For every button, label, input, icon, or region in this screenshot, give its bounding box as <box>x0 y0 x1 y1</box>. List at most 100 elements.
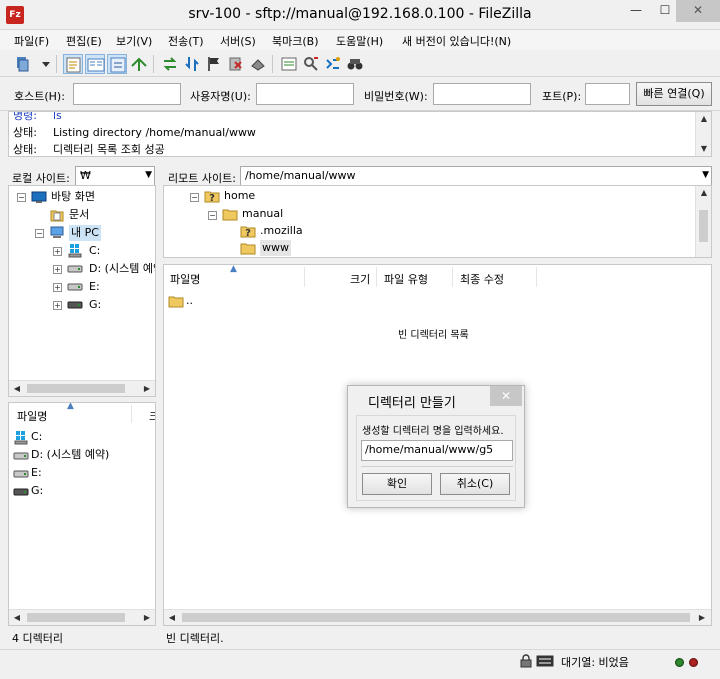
collapse-icon[interactable]: − <box>35 229 44 238</box>
process-queue-icon[interactable] <box>182 54 202 74</box>
tree-item-drive-e[interactable]: E: <box>89 279 100 295</box>
list-item[interactable]: C: <box>31 429 42 445</box>
cancel-operation-icon[interactable] <box>204 54 224 74</box>
scroll-right-icon[interactable]: ▶ <box>139 611 155 625</box>
drive-icon <box>67 296 83 312</box>
column-header-filename[interactable]: 파일명 <box>17 408 47 424</box>
column-header-size[interactable]: 크기 <box>350 271 370 287</box>
toggle-queue-icon[interactable] <box>129 54 149 74</box>
menu-new-version[interactable]: 새 버전이 있습니다!(N) <box>402 33 511 49</box>
column-header-filetype[interactable]: 파일 유형 <box>384 271 428 287</box>
windows-drive-icon <box>67 242 83 258</box>
scroll-down-icon[interactable]: ▼ <box>696 142 711 156</box>
tree-item-manual[interactable]: manual <box>242 206 283 222</box>
menu-file[interactable]: 파일(F) <box>14 33 49 49</box>
chevron-down-icon[interactable]: ▼ <box>145 170 152 180</box>
search-remote-files-icon[interactable] <box>345 54 365 74</box>
scroll-left-icon[interactable]: ◀ <box>9 611 25 625</box>
scroll-right-icon[interactable]: ▶ <box>139 382 155 396</box>
menu-server[interactable]: 서버(S) <box>220 33 256 49</box>
expand-icon[interactable]: + <box>53 265 62 274</box>
cancel-button[interactable]: 취소(C) <box>440 473 510 495</box>
list-item[interactable]: G: <box>31 483 43 499</box>
quickconnect-button[interactable]: 빠른 연결(Q) <box>636 82 712 106</box>
dialog-prompt: 생성할 디렉터리 명을 입력하세요. <box>362 426 504 437</box>
menu-edit[interactable]: 편집(E) <box>66 33 102 49</box>
title-bar[interactable]: Fz srv-100 - sftp://manual@192.168.0.100… <box>0 0 720 30</box>
local-list-hscrollbar[interactable]: ◀ ▶ <box>9 609 155 625</box>
tree-item-documents[interactable]: 문서 <box>69 207 89 223</box>
scroll-up-icon[interactable]: ▲ <box>696 112 711 126</box>
folder-icon <box>222 206 238 222</box>
site-manager-icon[interactable] <box>14 54 34 74</box>
dialog-title: 디렉터리 만들기 <box>368 396 456 411</box>
tree-item-www[interactable]: www <box>260 240 291 256</box>
tree-item-drive-d[interactable]: D: (시스템 예약) <box>89 261 155 277</box>
remote-list-hscrollbar[interactable]: ◀ ▶ <box>164 609 711 625</box>
minimize-button[interactable]: — <box>622 0 650 22</box>
column-header-size[interactable]: 크 <box>149 408 155 424</box>
remote-tree-scrollbar[interactable]: ▲ <box>695 186 711 257</box>
expand-icon[interactable]: + <box>53 247 62 256</box>
scroll-left-icon[interactable]: ◀ <box>164 611 180 625</box>
remote-site-combo[interactable]: /home/manual/www ▼ <box>240 166 712 186</box>
list-item[interactable]: E: <box>31 465 42 481</box>
scroll-up-icon[interactable]: ▲ <box>696 186 711 200</box>
menu-view[interactable]: 보기(V) <box>116 33 152 49</box>
tree-item-mozilla[interactable]: .mozilla <box>260 223 303 239</box>
tree-item-home[interactable]: home <box>224 188 255 204</box>
remote-tree[interactable]: − ? home − manual ? .mozilla www ▲ <box>163 185 712 258</box>
scroll-thumb[interactable] <box>27 613 125 622</box>
username-input[interactable] <box>256 83 354 105</box>
expand-icon[interactable]: + <box>53 283 62 292</box>
menu-bookmarks[interactable]: 북마크(B) <box>272 33 319 49</box>
directory-listing-filters-icon[interactable] <box>279 54 299 74</box>
parent-directory-item[interactable]: .. <box>186 293 193 309</box>
port-input[interactable] <box>585 83 630 105</box>
column-header-filename[interactable]: 파일명 <box>170 271 200 287</box>
log-scrollbar[interactable]: ▲ ▼ <box>695 112 711 156</box>
directory-name-input[interactable]: /home/manual/www/g5 <box>361 440 513 461</box>
chevron-down-icon[interactable]: ▼ <box>702 170 709 180</box>
toggle-log-icon[interactable] <box>63 54 83 74</box>
scroll-left-icon[interactable]: ◀ <box>9 382 25 396</box>
message-log[interactable]: 명령: ls 상태: Listing directory /home/manual/… <box>8 111 712 157</box>
local-file-list[interactable]: 파일명 ▲ 크 C: D: (시스템 예약) E: G: ◀ ▶ <box>8 402 156 626</box>
scroll-thumb[interactable] <box>699 210 708 242</box>
folder-icon <box>168 293 184 309</box>
local-tree[interactable]: − 바탕 화면 문서 − 내 PC + C: + D: (시스템 예약) + E… <box>8 185 156 397</box>
maximize-button[interactable]: ☐ <box>651 0 679 22</box>
menu-help[interactable]: 도움말(H) <box>336 33 383 49</box>
synchronized-browsing-icon[interactable] <box>323 54 343 74</box>
toggle-local-tree-icon[interactable] <box>85 54 105 74</box>
local-tree-hscrollbar[interactable]: ◀ ▶ <box>9 380 155 396</box>
reconnect-icon[interactable] <box>248 54 268 74</box>
collapse-icon[interactable]: − <box>208 211 217 220</box>
collapse-icon[interactable]: − <box>17 193 26 202</box>
ok-button[interactable]: 확인 <box>362 473 432 495</box>
close-button[interactable]: ✕ <box>676 0 720 22</box>
dialog-close-button[interactable]: ✕ <box>490 386 522 406</box>
scroll-right-icon[interactable]: ▶ <box>694 611 710 625</box>
menu-transfer[interactable]: 전송(T) <box>168 33 204 49</box>
directory-comparison-icon[interactable] <box>301 54 321 74</box>
password-input[interactable] <box>433 83 531 105</box>
tree-item-drive-c[interactable]: C: <box>89 243 100 259</box>
collapse-icon[interactable]: − <box>190 193 199 202</box>
expand-icon[interactable]: + <box>53 301 62 310</box>
scroll-thumb[interactable] <box>182 613 690 622</box>
tree-item-my-pc[interactable]: 내 PC <box>69 225 101 241</box>
scroll-thumb[interactable] <box>27 384 125 393</box>
tree-item-desktop[interactable]: 바탕 화면 <box>51 189 95 205</box>
refresh-icon[interactable] <box>160 54 180 74</box>
site-manager-dropdown-icon[interactable] <box>36 54 50 74</box>
tree-item-drive-g[interactable]: G: <box>89 297 101 313</box>
local-site-combo[interactable]: ₩ ▼ <box>75 166 155 186</box>
unknown-folder-icon: ? <box>240 223 256 239</box>
host-input[interactable] <box>73 83 181 105</box>
column-header-modified[interactable]: 최종 수정 <box>460 271 504 287</box>
window-title: srv-100 - sftp://manual@192.168.0.100 - … <box>188 6 532 22</box>
disconnect-icon[interactable] <box>226 54 246 74</box>
toggle-remote-tree-icon[interactable] <box>107 54 127 74</box>
list-item[interactable]: D: (시스템 예약) <box>31 447 109 463</box>
